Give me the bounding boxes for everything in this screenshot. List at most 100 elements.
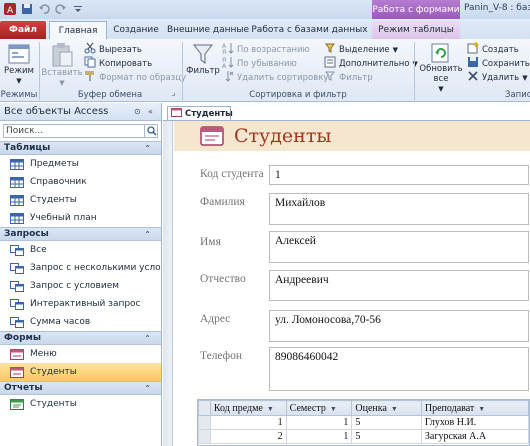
collapse-section-icon[interactable]: ⌃ <box>144 144 151 153</box>
query-icon <box>10 280 24 292</box>
table-cell[interactable]: 1 <box>209 415 287 430</box>
column-dropdown-icon[interactable]: ▼ <box>330 405 337 413</box>
column-dropdown-icon[interactable]: ▼ <box>478 405 485 413</box>
table-cell[interactable]: 5 <box>351 429 422 444</box>
tab-database-tools[interactable]: Работа с базами данных <box>251 21 368 39</box>
nav-item-table[interactable]: Студенты <box>0 191 161 209</box>
sort-descending-button[interactable]: ЯA По убыванию <box>222 56 297 71</box>
student-id-field[interactable]: 1 <box>269 165 529 185</box>
phone-field[interactable]: 89086460042 <box>269 347 529 391</box>
collapse-section-icon[interactable]: ⌃ <box>144 230 151 239</box>
field-label: Имя <box>200 236 221 248</box>
row-selector[interactable] <box>198 429 211 444</box>
select-all-cell[interactable] <box>198 400 211 416</box>
nav-item-form-selected[interactable]: Студенты <box>0 363 161 381</box>
nav-collapse-icon[interactable]: « <box>148 107 153 116</box>
sort-ascending-button[interactable]: AЯ По возрастанию <box>222 42 310 57</box>
first-name-field[interactable]: Алексей <box>269 231 529 263</box>
table-row[interactable]: 1 1 5 Глухов Н.И. <box>198 415 529 430</box>
record-selector[interactable] <box>163 121 173 446</box>
redo-icon[interactable] <box>54 2 68 16</box>
table-cell[interactable]: 1 <box>285 415 353 430</box>
nav-item-form[interactable]: Меню <box>0 345 161 363</box>
tab-datasheet[interactable]: Режим таблицы <box>372 21 460 39</box>
new-record-button[interactable]: Создать <box>467 42 519 57</box>
column-dropdown-icon[interactable]: ▼ <box>391 405 398 413</box>
paste-dropdown-icon: ▼ <box>59 79 65 87</box>
navigation-pane: Все объекты Access ⊙ « Поиск... Таблицы … <box>0 103 162 446</box>
nav-item-table[interactable]: Справочник <box>0 173 161 191</box>
table-cell[interactable]: Загурская А.А <box>420 429 529 444</box>
last-name-field[interactable]: Михайлов <box>269 193 529 225</box>
table-row[interactable]: 2 1 5 Загурская А.А <box>198 429 529 444</box>
column-header[interactable]: Оценка ▼ <box>351 400 422 416</box>
column-header[interactable]: Код предме ▼ <box>209 400 287 416</box>
table-icon <box>10 194 24 206</box>
paste-button[interactable]: Вставить ▼ <box>41 42 83 88</box>
nav-search-input[interactable]: Поиск... <box>6 126 43 136</box>
refresh-all-button[interactable]: Обновить все ▼ <box>418 42 464 94</box>
nav-section-reports[interactable]: Отчеты ⌃ <box>0 381 161 395</box>
search-icon[interactable] <box>144 124 158 138</box>
patronymic-field[interactable]: Андреевич <box>269 270 529 301</box>
tab-external-data[interactable]: Внешние данные <box>165 21 251 39</box>
save-record-button[interactable]: Сохранить <box>467 56 530 71</box>
ribbon: Режим ▼ Режимы Вставить ▼ Вырезать Копир… <box>0 39 530 102</box>
nav-item-query[interactable]: Запрос с условием <box>0 277 161 295</box>
toggle-filter-button[interactable]: Фильтр <box>324 70 373 85</box>
undo-icon[interactable] <box>37 2 51 16</box>
table-cell[interactable]: Глухов Н.И. <box>420 415 529 430</box>
table-cell[interactable]: 1 <box>285 429 353 444</box>
nav-section-tables[interactable]: Таблицы ⌃ <box>0 141 161 155</box>
selection-button[interactable]: Выделение ▼ <box>324 42 398 57</box>
address-field[interactable]: ул. Ломоносова,70-56 <box>269 310 529 342</box>
nav-item-table[interactable]: Предметы <box>0 155 161 173</box>
nav-section-forms[interactable]: Формы ⌃ <box>0 331 161 345</box>
nav-item-table[interactable]: Учебный план <box>0 209 161 227</box>
qat-customize-icon[interactable] <box>71 2 85 16</box>
document-area: Студенты Студенты Код студента 1 Фамилия… <box>163 103 530 446</box>
table-cell[interactable]: 2 <box>209 429 287 444</box>
nav-item-query[interactable]: Интерактивный запрос <box>0 295 161 313</box>
nav-item-label: Студенты <box>30 195 77 205</box>
nav-section-queries[interactable]: Запросы ⌃ <box>0 227 161 241</box>
filter-button[interactable]: Фильтр <box>186 42 220 76</box>
tab-file[interactable]: Файл <box>0 21 46 39</box>
divider <box>182 42 183 100</box>
svg-text:Я: Я <box>222 49 226 54</box>
row-selector[interactable] <box>198 415 211 430</box>
tab-home[interactable]: Главная <box>49 21 107 39</box>
column-header[interactable]: Преподават ▼ <box>420 400 529 416</box>
clipboard-launcher-icon[interactable]: ⌟ <box>172 89 175 97</box>
paste-label: Вставить <box>41 68 83 78</box>
nav-item-query[interactable]: Сумма часов <box>0 313 161 331</box>
collapse-section-icon[interactable]: ⌃ <box>144 384 151 393</box>
nav-item-report[interactable]: Студенты <box>0 395 161 413</box>
nav-item-label: Интерактивный запрос <box>30 299 141 309</box>
access-logo-icon[interactable]: A <box>3 2 17 16</box>
nav-search-box[interactable]: Поиск... <box>3 124 158 138</box>
nav-item-query[interactable]: Запрос с несколькими услов... <box>0 259 161 277</box>
nav-section-title: Таблицы <box>4 143 51 153</box>
delete-label: Удалить <box>482 72 520 83</box>
nav-menu-dropdown-icon[interactable]: ⊙ <box>134 107 141 116</box>
nav-pane-header[interactable]: Все объекты Access ⊙ « <box>0 103 161 121</box>
format-painter-button[interactable]: Формат по образцу <box>84 70 186 85</box>
subform-datasheet[interactable]: Код предме ▼ Семестр ▼ Оценка ▼ Преподават ▼… <box>197 399 530 446</box>
remove-sort-button[interactable]: Удалить сортировку <box>222 70 328 85</box>
copy-button[interactable]: Копировать <box>84 56 152 71</box>
column-dropdown-icon[interactable]: ▼ <box>267 405 274 413</box>
save-icon[interactable] <box>20 2 34 16</box>
advanced-button[interactable]: Дополнительно ▼ <box>324 56 418 71</box>
delete-record-button[interactable]: Удалить ▼ <box>467 70 528 85</box>
view-button[interactable]: Режим ▼ <box>3 42 35 86</box>
column-header[interactable]: Семестр ▼ <box>285 400 353 416</box>
collapse-section-icon[interactable]: ⌃ <box>144 334 151 343</box>
nav-item-label: Запрос с условием <box>30 281 120 291</box>
table-cell[interactable]: 5 <box>351 415 422 430</box>
tab-create[interactable]: Создание <box>107 21 165 39</box>
cut-button[interactable]: Вырезать <box>84 42 142 57</box>
nav-item-label: Учебный план <box>30 213 97 223</box>
nav-item-query[interactable]: Все <box>0 241 161 259</box>
document-tab[interactable]: Студенты <box>167 106 233 121</box>
